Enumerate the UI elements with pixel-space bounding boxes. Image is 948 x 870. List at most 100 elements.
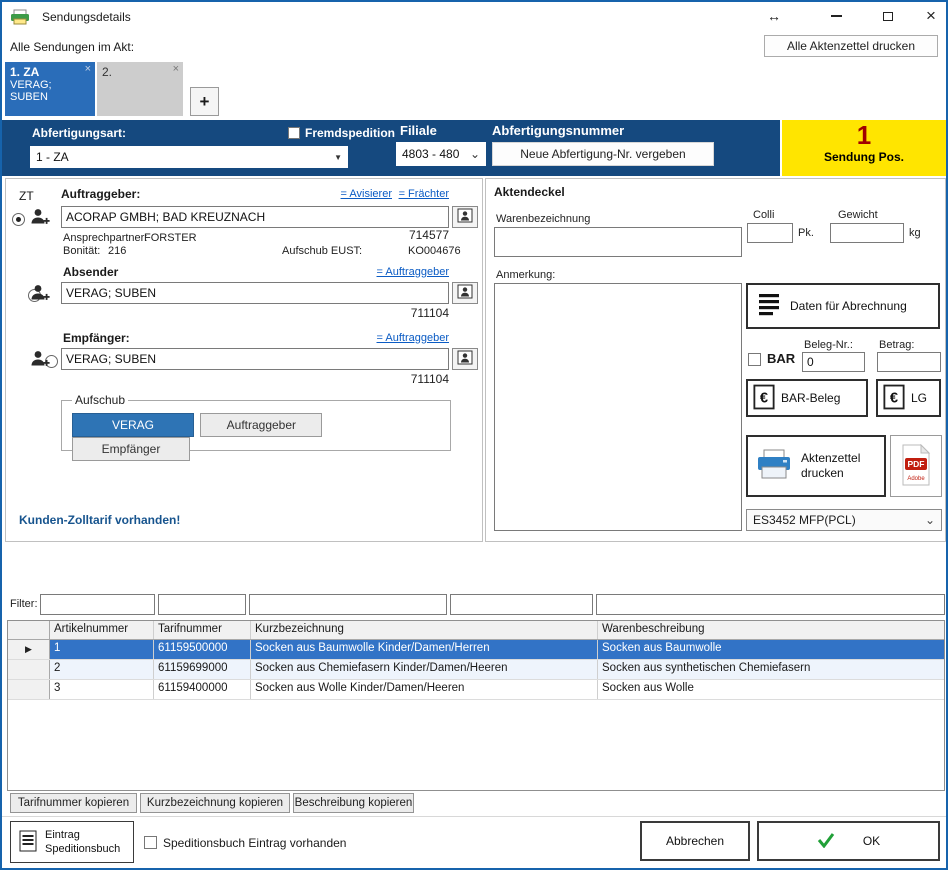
abfertigungsart-dropdown-icon: ▼ bbox=[334, 153, 342, 162]
window-title: Sendungsdetails bbox=[42, 10, 131, 24]
filiale-select[interactable]: 4803 - 480 ⌄ bbox=[396, 142, 486, 166]
absender-lookup-button[interactable] bbox=[452, 282, 478, 304]
cell-warenbeschreibung: Socken aus synthetischen Chemiefasern bbox=[598, 660, 944, 679]
abfertigungsnummer-label: Abfertigungsnummer bbox=[492, 123, 624, 138]
absender-label: Absender bbox=[63, 265, 118, 279]
copy-kurzbezeichnung-button[interactable]: Kurzbezeichnung kopieren bbox=[140, 793, 290, 813]
aufschub-empfaenger-button[interactable]: Empfänger bbox=[72, 437, 190, 461]
filter-input-kurzbezeichnung[interactable] bbox=[249, 594, 447, 615]
gewicht-suffix: kg bbox=[909, 227, 921, 239]
filter-label: Filter: bbox=[10, 598, 38, 610]
printer-icon bbox=[755, 448, 793, 485]
cell-tarifnummer: 61159400000 bbox=[154, 680, 251, 699]
empfaenger-auftraggeber-link[interactable]: = Auftraggeber bbox=[377, 332, 449, 344]
neue-abfertigungsnummer-button[interactable]: Neue Abfertigung-Nr. vergeben bbox=[492, 142, 714, 166]
svg-text:PDF: PDF bbox=[908, 459, 925, 469]
akt-label: Alle Sendungen im Akt: bbox=[10, 40, 134, 54]
cell-kurzbezeichnung: Socken aus Baumwolle Kinder/Damen/Herren bbox=[251, 640, 598, 659]
copy-beschreibung-button[interactable]: Beschreibung kopieren bbox=[293, 793, 414, 813]
bar-beleg-button[interactable]: € BAR-Beleg bbox=[746, 379, 868, 417]
bonitaet-value: 216 bbox=[108, 245, 126, 257]
close-button[interactable]: × bbox=[917, 4, 945, 28]
tab-1-close-icon[interactable]: × bbox=[85, 63, 91, 75]
parties-panel: ZT Auftraggeber: = Avisierer = Frächter bbox=[5, 178, 483, 542]
column-header-warenbeschreibung[interactable]: Warenbeschreibung bbox=[598, 621, 944, 639]
colli-input[interactable] bbox=[747, 223, 793, 243]
table-row[interactable]: ▶ 1 61159500000 Socken aus Baumwolle Kin… bbox=[8, 640, 944, 660]
cell-artikelnummer: 3 bbox=[50, 680, 154, 699]
aufschub-auftraggeber-button[interactable]: Auftraggeber bbox=[200, 413, 322, 437]
add-contact-icon[interactable] bbox=[30, 283, 50, 306]
eintrag-speditionsbuch-button[interactable]: Eintrag Speditionsbuch bbox=[10, 821, 134, 863]
table-row[interactable]: 3 61159400000 Socken aus Wolle Kinder/Da… bbox=[8, 680, 944, 700]
table-row[interactable]: 2 61159699000 Socken aus Chemiefasern Ki… bbox=[8, 660, 944, 680]
tab-sendung-1[interactable]: 1. ZA × VERAG; SUBEN bbox=[5, 62, 95, 116]
copy-tarifnummer-button[interactable]: Tarifnummer kopieren bbox=[10, 793, 137, 813]
add-contact-icon[interactable] bbox=[30, 207, 50, 230]
filter-input-tarifnummer[interactable] bbox=[158, 594, 246, 615]
avisierer-link[interactable]: = Avisierer bbox=[341, 188, 392, 200]
contact-card-icon bbox=[457, 350, 473, 368]
aufschub-verag-button[interactable]: VERAG bbox=[72, 413, 194, 437]
auftraggeber-radio[interactable] bbox=[12, 213, 25, 226]
daten-fuer-abrechnung-button[interactable]: Daten für Abrechnung bbox=[746, 283, 940, 329]
absender-auftraggeber-link[interactable]: = Auftraggeber bbox=[377, 266, 449, 278]
ansprechpartner-value: FORSTER bbox=[144, 232, 197, 244]
absender-number: 711104 bbox=[411, 306, 449, 320]
column-header-artikelnummer[interactable]: Artikelnummer bbox=[50, 621, 154, 639]
column-header-tarifnummer[interactable]: Tarifnummer bbox=[154, 621, 251, 639]
tab-1-title: 1. ZA bbox=[10, 65, 90, 79]
minimize-button[interactable] bbox=[822, 4, 850, 28]
fraechter-link[interactable]: = Frächter bbox=[399, 188, 449, 200]
filter-input-extra[interactable] bbox=[450, 594, 593, 615]
cancel-button[interactable]: Abbrechen bbox=[640, 821, 750, 861]
check-icon bbox=[817, 832, 835, 851]
add-contact-icon[interactable] bbox=[30, 349, 50, 372]
betrag-label: Betrag: bbox=[879, 339, 914, 351]
abfertigungsart-label: Abfertigungsart: bbox=[32, 126, 126, 140]
sendung-pos-number: 1 bbox=[782, 120, 946, 150]
warenbezeichnung-label: Warenbezeichnung bbox=[496, 213, 590, 225]
abfertigungsart-select[interactable]: 1 - ZA ▼ bbox=[30, 146, 348, 168]
auftraggeber-lookup-button[interactable] bbox=[452, 206, 478, 228]
articles-table: Artikelnummer Tarifnummer Kurzbezeichnun… bbox=[7, 620, 945, 791]
printer-select[interactable]: ES3452 MFP(PCL) ⌄ bbox=[746, 509, 942, 531]
empfaenger-lookup-button[interactable] bbox=[452, 348, 478, 370]
filter-input-artikelnummer[interactable] bbox=[40, 594, 155, 615]
printer-select-chevron-icon: ⌄ bbox=[925, 513, 935, 527]
bar-label: BAR bbox=[767, 351, 795, 366]
tab-sendung-2[interactable]: 2. × bbox=[97, 62, 183, 116]
add-tab-button[interactable]: + bbox=[190, 87, 219, 116]
warenbezeichnung-input[interactable] bbox=[494, 227, 742, 257]
column-header-kurzbezeichnung[interactable]: Kurzbezeichnung bbox=[251, 621, 598, 639]
filter-input-warenbeschreibung[interactable] bbox=[596, 594, 945, 615]
aktendeckel-title: Aktendeckel bbox=[494, 185, 565, 199]
aktenzettel-drucken-button[interactable]: Aktenzettel drucken bbox=[746, 435, 886, 497]
lg-label: LG bbox=[911, 391, 927, 405]
speditionsbuch-checkbox[interactable] bbox=[144, 836, 157, 849]
beleg-nr-input[interactable] bbox=[802, 352, 865, 372]
betrag-input[interactable] bbox=[877, 352, 941, 372]
ok-button[interactable]: OK bbox=[757, 821, 940, 861]
anmerkung-textarea[interactable] bbox=[494, 283, 742, 531]
resize-icon[interactable]: ↔ bbox=[760, 4, 788, 28]
maximize-button[interactable] bbox=[874, 4, 902, 28]
auftraggeber-input[interactable] bbox=[61, 206, 449, 228]
absender-input[interactable] bbox=[61, 282, 449, 304]
bar-checkbox[interactable] bbox=[748, 353, 761, 366]
empfaenger-number: 711104 bbox=[411, 372, 449, 386]
fremdspedition-checkbox[interactable] bbox=[288, 127, 300, 139]
cell-tarifnummer: 61159699000 bbox=[154, 660, 251, 679]
anmerkung-label: Anmerkung: bbox=[496, 269, 555, 281]
gewicht-input[interactable] bbox=[830, 223, 904, 243]
abfertigung-banner: Abfertigungsart: Fremdspedition 1 - ZA ▼… bbox=[2, 120, 946, 176]
tab-2-close-icon[interactable]: × bbox=[173, 63, 179, 75]
minimize-icon bbox=[831, 15, 842, 17]
empfaenger-input[interactable] bbox=[61, 348, 449, 370]
lg-button[interactable]: € LG bbox=[876, 379, 941, 417]
tab-2-title: 2. bbox=[102, 65, 178, 79]
print-all-aktenzettel-button[interactable]: Alle Aktenzettel drucken bbox=[764, 35, 938, 57]
sendung-pos-badge: 1 Sendung Pos. bbox=[780, 120, 946, 176]
auftraggeber-label: Auftraggeber: bbox=[61, 187, 140, 201]
pdf-button[interactable]: PDF Adobe bbox=[890, 435, 942, 497]
